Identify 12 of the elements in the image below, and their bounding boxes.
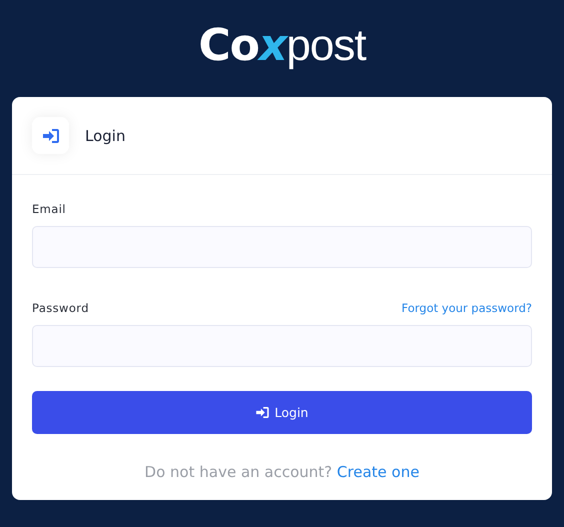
account-prompt: Do not have an account? xyxy=(144,463,332,481)
logo: Coxpost xyxy=(198,19,366,73)
login-button[interactable]: Login xyxy=(32,391,532,434)
login-icon xyxy=(256,407,269,418)
input-field[interactable] xyxy=(32,325,532,367)
create-account-link[interactable]: Create one xyxy=(336,463,420,481)
forgot-password-link[interactable]: Forgot your password? xyxy=(402,301,532,315)
field-label: Email xyxy=(32,202,66,216)
field-label: Password xyxy=(32,301,89,315)
input-field[interactable] xyxy=(32,226,532,268)
login-icon xyxy=(42,128,58,142)
card-title: Login xyxy=(85,126,126,144)
